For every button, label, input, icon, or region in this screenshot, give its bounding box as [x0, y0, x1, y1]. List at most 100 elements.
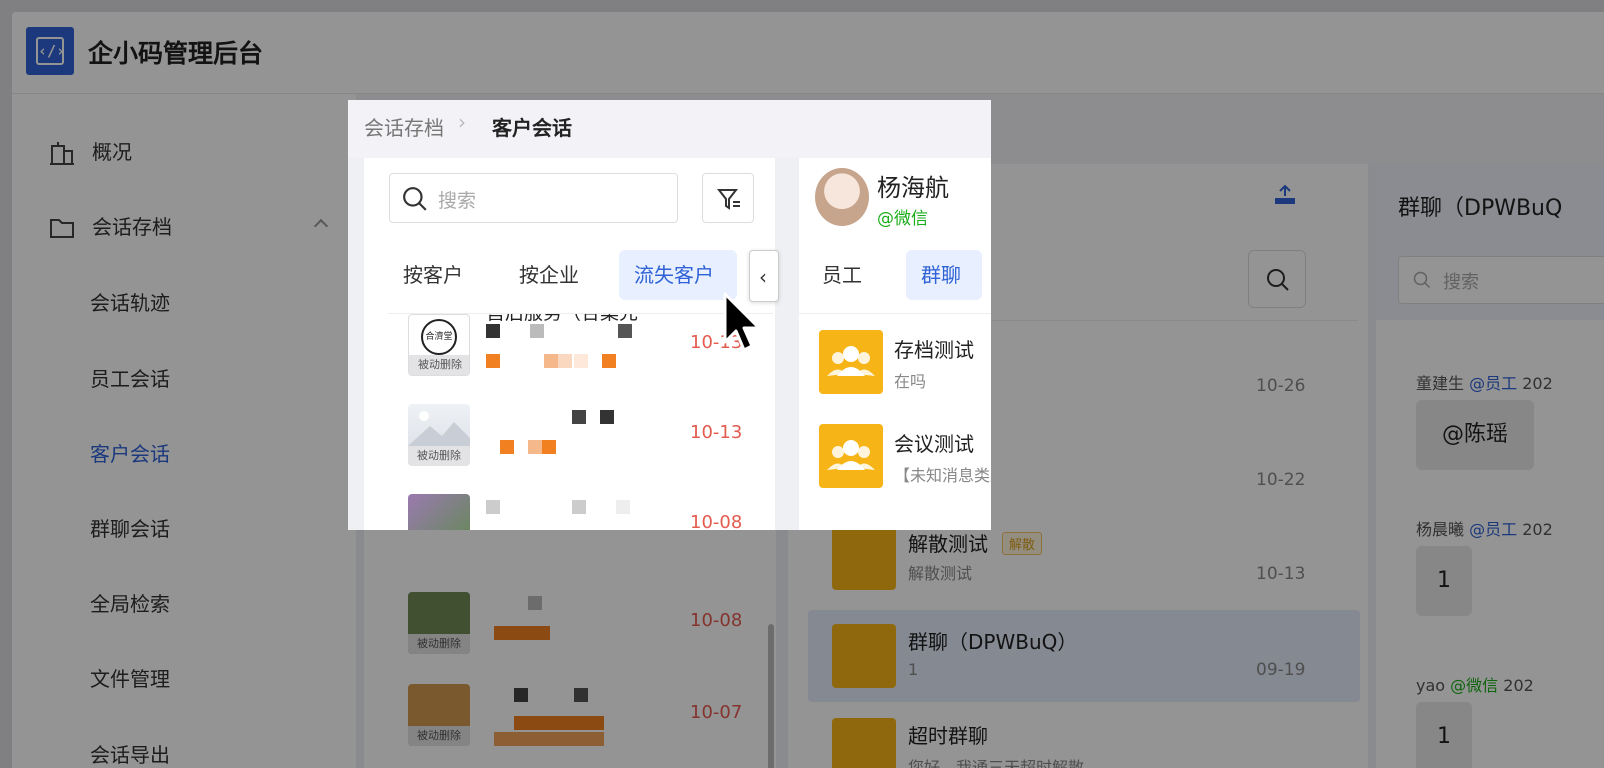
- customer-list: 合濟堂 被动删除 售后服务（合集先 10-13 被动删除: [388, 314, 768, 530]
- list-item[interactable]: 被动删除 10-08: [388, 486, 768, 530]
- sidebar-item-chat-export[interactable]: 会话导出: [12, 735, 356, 768]
- group-search-button[interactable]: [1248, 250, 1306, 308]
- group-avatar-icon: [832, 624, 896, 688]
- scrollbar[interactable]: [768, 624, 774, 768]
- customer-name: 售后服务（合集先: [486, 314, 638, 325]
- group-avatar-icon: [819, 424, 883, 488]
- avatar[interactable]: 被动删除: [408, 684, 470, 746]
- search-icon: [1267, 269, 1289, 291]
- sidebar-item-chat-archive[interactable]: 会话存档: [12, 207, 356, 247]
- search-icon: [403, 187, 427, 211]
- group-date: 10-13: [1256, 564, 1306, 584]
- list-item[interactable]: 被动删除 10-13: [388, 396, 768, 486]
- user-avatar[interactable]: [815, 168, 869, 226]
- masked-message: [500, 440, 514, 454]
- sidebar-item-label: 会话轨迹: [90, 291, 170, 315]
- sidebar-item-label: 概况: [92, 140, 132, 164]
- tab-lost-customers[interactable]: 流失客户: [619, 250, 737, 300]
- masked-message: [486, 354, 500, 368]
- list-item[interactable]: 合濟堂 被动删除 售后服务（合集先 10-13: [388, 314, 768, 386]
- search-icon: [1413, 271, 1431, 289]
- sidebar-item-file-manage[interactable]: 文件管理: [12, 659, 356, 699]
- masked-name: [572, 410, 586, 424]
- sidebar-item-label: 文件管理: [90, 667, 170, 691]
- group-last-message: 1: [908, 660, 919, 679]
- masked-name: [618, 324, 632, 338]
- tab-groups[interactable]: 群聊: [906, 250, 982, 300]
- masked-name: [486, 324, 500, 338]
- sidebar-item-label: 会话导出: [90, 743, 170, 767]
- message-bubble: 1: [1416, 546, 1472, 616]
- group-row[interactable]: 存档测试 在吗: [799, 318, 991, 408]
- breadcrumb: 会话存档 › 客户会话: [348, 100, 991, 158]
- folder-icon: [50, 219, 74, 238]
- mouse-cursor-icon: [723, 292, 761, 352]
- avatar: 被动删除: [408, 494, 470, 530]
- avatar: 被动删除: [408, 404, 470, 466]
- group-name: 会议测试: [894, 432, 974, 456]
- filter-button[interactable]: [702, 173, 754, 223]
- group-last-message: 在吗: [894, 372, 927, 391]
- masked-message: [558, 354, 572, 368]
- group-row[interactable]: 会议测试 【未知消息类型】: [799, 412, 991, 502]
- user-name: 杨海航: [877, 174, 949, 202]
- tab-by-customer[interactable]: 按客户: [388, 250, 488, 300]
- breadcrumb-parent[interactable]: 会话存档: [364, 112, 444, 141]
- sidebar-item-label: 会话存档: [92, 215, 172, 239]
- masked-message: [544, 354, 558, 368]
- spotlight-region: 会话存档 › 客户会话 搜索 按客户 按企业 流失客户 ‹ 合濟堂 被动删除 1…: [348, 100, 991, 530]
- user-source: @微信: [877, 209, 928, 229]
- tab-staff[interactable]: 员工: [809, 250, 891, 300]
- masked-name: [600, 410, 614, 424]
- masked-message: [528, 440, 542, 454]
- search-placeholder: 搜索: [1443, 272, 1479, 293]
- sidebar-item-overview[interactable]: 概况: [12, 132, 356, 172]
- row-date: 10-08: [690, 610, 743, 631]
- export-icon[interactable]: [1274, 184, 1296, 206]
- group-name: 超时群聊: [908, 724, 988, 748]
- masked-name: [514, 688, 528, 702]
- message-bubble: @陈瑶: [1416, 400, 1534, 470]
- masked-message: [574, 354, 588, 368]
- filter-icon: [716, 189, 740, 210]
- masked-name: [486, 500, 500, 514]
- search-placeholder: 搜索: [438, 190, 477, 212]
- customer-search-input[interactable]: 搜索: [389, 173, 678, 223]
- building-icon: [50, 142, 74, 165]
- masked-name: [616, 500, 630, 514]
- chevron-right-icon: ›: [458, 110, 466, 134]
- group-list-panel: 杨海航 @微信 员工 群聊 存档测试 在吗 会议测试 【未知消息类型】: [799, 158, 991, 530]
- row-date: 10-08: [690, 512, 743, 530]
- breadcrumb-current: 客户会话: [492, 116, 572, 140]
- sidebar-item-label: 员工会话: [90, 367, 170, 391]
- sidebar-item-group-chat[interactable]: 群聊会话: [12, 509, 356, 549]
- message-meta: 童建生 @员工 202: [1416, 374, 1553, 393]
- chevron-up-icon: [313, 218, 329, 234]
- code-icon: ‹/›: [36, 37, 65, 65]
- avatar: 合濟堂 被动删除: [408, 314, 470, 376]
- sidebar-item-staff-chat[interactable]: 员工会话: [12, 359, 356, 399]
- group-date: 10-22: [1256, 470, 1306, 490]
- row-date: 10-13: [690, 422, 743, 443]
- chat-search-input[interactable]: 搜索: [1398, 256, 1604, 304]
- sidebar-item-label: 群聊会话: [90, 517, 170, 541]
- group-avatar-icon: [832, 526, 896, 590]
- group-name: 解散测试: [908, 532, 988, 556]
- group-last-message: 您好，我通三天超时解散: [908, 758, 1085, 768]
- group-date: 09-19: [1256, 660, 1306, 680]
- group-name: 存档测试: [894, 338, 974, 362]
- avatar[interactable]: 被动删除: [408, 592, 470, 654]
- sidebar-item-global-search[interactable]: 全局检索: [12, 584, 356, 624]
- sidebar-item-chat-track[interactable]: 会话轨迹: [12, 283, 356, 323]
- deleted-badge: 被动删除: [409, 355, 469, 375]
- group-name: 群聊（DPWBuQ）: [908, 630, 1078, 654]
- masked-message: [514, 716, 604, 730]
- group-last-message: 解散测试: [908, 564, 973, 583]
- masked-name: [572, 500, 586, 514]
- app-logo[interactable]: ‹/›: [26, 27, 74, 75]
- sidebar-item-customer-chat[interactable]: 客户会话: [12, 434, 356, 474]
- tab-by-company[interactable]: 按企业: [504, 250, 604, 300]
- masked-message: [542, 440, 556, 454]
- deleted-badge: 被动删除: [408, 446, 470, 466]
- deleted-badge: 被动删除: [408, 634, 470, 654]
